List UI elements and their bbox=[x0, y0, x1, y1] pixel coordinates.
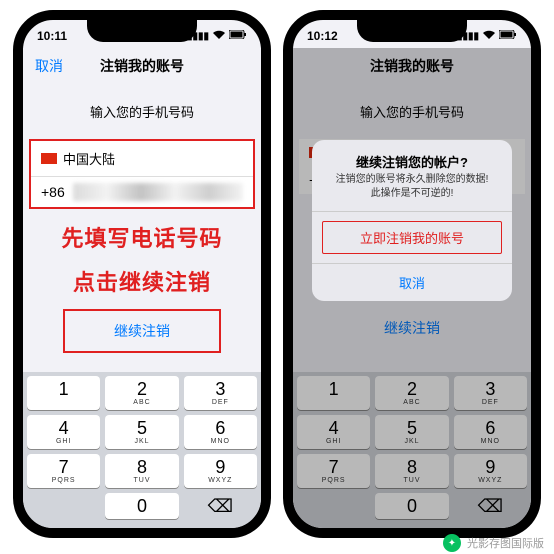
wifi-icon bbox=[483, 30, 495, 42]
country-selector[interactable]: 中国大陆 bbox=[31, 141, 253, 177]
key-0[interactable]: 0 bbox=[105, 493, 178, 519]
key-4[interactable]: 4GHI bbox=[27, 415, 100, 449]
content: 输入您的手机号码 中国大陆 +86 先填写电话号码 点击继续注销 继续注销 bbox=[23, 84, 261, 365]
status-icons: ▮▮▮▮ bbox=[457, 30, 517, 42]
alert-message: 注销您的账号将永久删除您的数据!此操作是不可逆的! bbox=[312, 173, 512, 211]
watermark: ✦ 光影存图国际版 bbox=[443, 534, 544, 552]
key-5[interactable]: 5JKL bbox=[105, 415, 178, 449]
key-9[interactable]: 9WXYZ bbox=[184, 454, 257, 488]
notch bbox=[87, 20, 197, 42]
alert-confirm-button[interactable]: 立即注销我的账号 bbox=[322, 221, 502, 254]
key-6[interactable]: 6MNO bbox=[184, 415, 257, 449]
battery-icon bbox=[229, 30, 247, 42]
phone-input-row[interactable]: +86 bbox=[31, 177, 253, 207]
input-highlight-box: 中国大陆 +86 bbox=[29, 139, 255, 209]
annotation-1: 先填写电话号码 bbox=[23, 221, 261, 253]
subtitle: 输入您的手机号码 bbox=[23, 102, 261, 121]
phone-number-blurred bbox=[73, 183, 243, 201]
wifi-icon bbox=[213, 30, 225, 42]
continue-button[interactable]: 继续注销 bbox=[114, 323, 170, 339]
status-icons: ▮▮▮▮ bbox=[187, 30, 247, 42]
cancel-button[interactable]: 取消 bbox=[35, 56, 63, 76]
notch bbox=[357, 20, 467, 42]
key-delete[interactable]: ⌫ bbox=[184, 493, 257, 519]
annotation-2: 点击继续注销 bbox=[23, 265, 261, 297]
phone-left: 10:11 ▮▮▮▮ 取消 注销我的账号 输入您的手机号码 中国大陆 bbox=[13, 10, 271, 538]
dial-code: +86 bbox=[41, 184, 65, 200]
key-8[interactable]: 8TUV bbox=[105, 454, 178, 488]
wechat-icon: ✦ bbox=[443, 534, 461, 552]
phone-right: 10:12 ▮▮▮▮ 注销我的账号 输入您的手机号码 +86 继续注销 继续注销… bbox=[283, 10, 541, 538]
continue-highlight-box: 继续注销 bbox=[63, 309, 221, 353]
confirm-alert: 继续注销您的帐户? 注销您的账号将永久删除您的数据!此操作是不可逆的! 立即注销… bbox=[312, 140, 512, 301]
alert-confirm-wrap: 立即注销我的账号 bbox=[312, 211, 512, 263]
nav-bar: 取消 注销我的账号 bbox=[23, 48, 261, 84]
alert-title: 继续注销您的帐户? bbox=[312, 140, 512, 173]
alert-cancel-button[interactable]: 取消 bbox=[312, 263, 512, 301]
delete-icon: ⌫ bbox=[208, 496, 233, 517]
screenshot-pair: 10:11 ▮▮▮▮ 取消 注销我的账号 输入您的手机号码 中国大陆 bbox=[0, 0, 554, 548]
flag-icon bbox=[41, 153, 57, 164]
watermark-text: 光影存图国际版 bbox=[467, 535, 544, 551]
key-1[interactable]: 1 bbox=[27, 376, 100, 410]
key-2[interactable]: 2ABC bbox=[105, 376, 178, 410]
time: 10:11 bbox=[37, 29, 67, 43]
key-7[interactable]: 7PQRS bbox=[27, 454, 100, 488]
page-title: 注销我的账号 bbox=[100, 56, 184, 76]
key-3[interactable]: 3DEF bbox=[184, 376, 257, 410]
battery-icon bbox=[499, 30, 517, 42]
key-empty bbox=[27, 493, 100, 519]
numeric-keypad: 1 2ABC 3DEF 4GHI 5JKL 6MNO 7PQRS 8TUV 9W… bbox=[23, 372, 261, 528]
time: 10:12 bbox=[307, 29, 338, 43]
country-label: 中国大陆 bbox=[63, 149, 115, 168]
